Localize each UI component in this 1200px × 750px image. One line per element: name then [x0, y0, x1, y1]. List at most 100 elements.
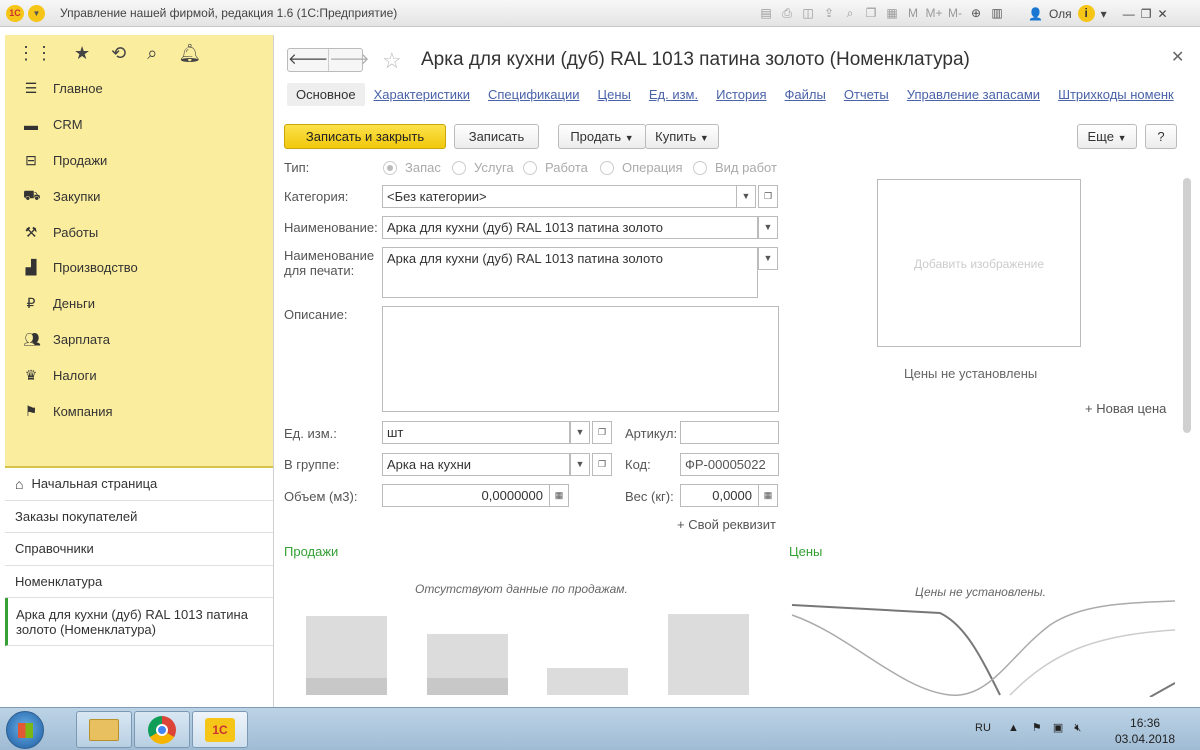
bell-icon[interactable]: 🔔︎	[178, 43, 201, 64]
sidebar-item-sales[interactable]: ⊟ Продажи	[5, 143, 273, 179]
tab-barcodes[interactable]: Штрихкоды номенк	[1049, 83, 1183, 106]
print-name-field[interactable]: Арка для кухни (дуб) RAL 1013 патина зол…	[382, 247, 758, 298]
sidebar-item-crm[interactable]: ▬ CRM	[5, 107, 273, 143]
chevron-down-icon[interactable]: ▼	[758, 247, 778, 270]
back-arrow-icon[interactable]: 🡐	[288, 49, 328, 71]
maximize-icon[interactable]: ❐	[1141, 7, 1152, 21]
save-icon[interactable]: ▤	[757, 4, 775, 22]
chevron-down-icon[interactable]: ▼	[758, 216, 778, 239]
name-field[interactable]: Арка для кухни (дуб) RAL 1013 патина зол…	[382, 216, 758, 239]
tab-history[interactable]: История	[707, 83, 775, 106]
description-field[interactable]	[382, 306, 779, 412]
search-icon[interactable]: ⌕	[147, 43, 157, 64]
group-field[interactable]: Арка на кухни	[382, 453, 570, 476]
1c-logo-icon[interactable]: 1С	[6, 5, 24, 22]
code-field[interactable]: ФР-00005022	[680, 453, 779, 476]
zoom-icon[interactable]: ⊕	[967, 4, 985, 22]
apps-grid-icon[interactable]: ⋮⋮	[17, 43, 53, 64]
tray-expand-icon[interactable]: ▲	[1008, 722, 1019, 734]
sidebar-item-taxes[interactable]: ♛ Налоги	[5, 357, 273, 393]
print-icon[interactable]: ⎙	[778, 4, 796, 22]
info-dropdown-icon[interactable]: ▾	[1101, 7, 1107, 21]
nav-home[interactable]: ⌂ Начальная страница	[5, 468, 273, 501]
nav-customer-orders[interactable]: Заказы покупателей	[5, 501, 273, 533]
prices-header[interactable]: Цены	[789, 544, 822, 559]
open-icon[interactable]: ❐	[758, 185, 778, 208]
tab-reports[interactable]: Отчеты	[835, 83, 898, 106]
calculator-icon[interactable]: ▦	[549, 484, 569, 507]
image-placeholder[interactable]: Добавить изображение	[877, 179, 1081, 347]
sidebar-item-money[interactable]: ₽ Деньги	[5, 286, 273, 322]
sidebar-item-works[interactable]: ⚒ Работы	[5, 214, 273, 250]
language-indicator[interactable]: RU	[975, 722, 991, 734]
clock[interactable]: 16:36 03.04.2018	[1115, 715, 1175, 747]
action-center-flag-icon[interactable]: ⚑	[1032, 722, 1042, 734]
chevron-down-icon[interactable]: ▼	[570, 421, 590, 444]
1c-app[interactable]: 1С	[192, 711, 248, 748]
window-icon[interactable]: ▥	[988, 4, 1006, 22]
volume-field[interactable]: 0,0000000	[382, 484, 550, 507]
tab-files[interactable]: Файлы	[776, 83, 835, 106]
open-icon[interactable]: ❐	[592, 453, 612, 476]
sidebar-item-purchases[interactable]: ⛟ Закупки	[5, 178, 273, 214]
chevron-down-icon[interactable]: ▼	[736, 185, 756, 208]
network-icon[interactable]: ▣	[1053, 722, 1063, 734]
sidebar-item-company[interactable]: ⚑ Компания	[5, 393, 273, 429]
find-icon[interactable]: ⌕	[841, 4, 859, 22]
memory-m-icon[interactable]: M	[904, 4, 922, 22]
scrollbar[interactable]	[1183, 178, 1191, 433]
buy-button[interactable]: Купить ▼	[645, 124, 719, 149]
nav-current-item[interactable]: Арка для кухни (дуб) RAL 1013 патина зол…	[5, 598, 273, 646]
explorer-app[interactable]	[76, 711, 132, 748]
start-button[interactable]	[6, 711, 44, 749]
sales-header[interactable]: Продажи	[284, 544, 338, 559]
tab-prices[interactable]: Цены	[588, 83, 639, 106]
chrome-app[interactable]	[134, 711, 190, 748]
favorites-star-icon[interactable]: ★	[74, 43, 90, 64]
window-close-icon[interactable]: ✕	[1157, 7, 1167, 21]
volume-muted-icon[interactable]: 🔇︎	[1074, 722, 1081, 734]
nav-references[interactable]: Справочники	[5, 533, 273, 566]
upload-icon[interactable]: ⇪	[820, 4, 838, 22]
calendar-icon[interactable]: ▦	[883, 4, 901, 22]
save-close-button[interactable]: Записать и закрыть	[284, 124, 446, 149]
unit-field[interactable]: шт	[382, 421, 570, 444]
memory-plus-icon[interactable]: M+	[925, 4, 943, 22]
tab-inventory[interactable]: Управление запасами	[898, 83, 1049, 106]
type-radio-stock[interactable]: Запас	[383, 160, 441, 175]
article-field[interactable]	[680, 421, 779, 444]
more-button[interactable]: Еще ▼	[1077, 124, 1137, 149]
tab-units[interactable]: Ед. изм.	[640, 83, 707, 106]
user-name[interactable]: Оля	[1049, 7, 1072, 21]
forward-arrow-icon[interactable]: 🡒	[328, 49, 369, 71]
tab-specifications[interactable]: Спецификации	[479, 83, 589, 106]
tab-characteristics[interactable]: Характеристики	[365, 83, 479, 106]
type-radio-service[interactable]: Услуга	[452, 160, 514, 175]
main-menu-icon[interactable]: ▼	[28, 5, 45, 22]
type-radio-worktype[interactable]: Вид работ	[693, 160, 777, 175]
type-radio-operation[interactable]: Операция	[600, 160, 683, 175]
open-icon[interactable]: ❐	[592, 421, 612, 444]
chevron-down-icon[interactable]: ▼	[570, 453, 590, 476]
tab-main[interactable]: Основное	[287, 83, 365, 106]
sidebar-item-production[interactable]: ▟ Производство	[5, 250, 273, 286]
copy-icon[interactable]: ❐	[862, 4, 880, 22]
category-field[interactable]: <Без категории>	[382, 185, 737, 208]
new-price-link[interactable]: + Новая цена	[1085, 401, 1166, 416]
sidebar-item-main[interactable]: ☰ Главное	[5, 71, 273, 107]
weight-field[interactable]: 0,0000	[680, 484, 759, 507]
sell-button[interactable]: Продать ▼	[558, 124, 646, 149]
history-icon[interactable]: ⟲	[111, 43, 126, 64]
sidebar-item-salary[interactable]: 👥︎ Зарплата	[5, 322, 273, 358]
nav-nomenclature[interactable]: Номенклатура	[5, 566, 273, 598]
favorite-star-icon[interactable]: ☆	[382, 48, 402, 74]
minimize-icon[interactable]: —	[1123, 7, 1135, 21]
save-button[interactable]: Записать	[454, 124, 539, 149]
calculator-icon[interactable]: ▦	[758, 484, 778, 507]
type-radio-work[interactable]: Работа	[523, 160, 588, 175]
help-button[interactable]: ?	[1145, 124, 1177, 149]
info-icon[interactable]: i	[1077, 5, 1095, 22]
memory-minus-icon[interactable]: M-	[946, 4, 964, 22]
close-icon[interactable]: ✕	[1171, 47, 1184, 67]
add-attribute-link[interactable]: + Свой реквизит	[677, 517, 776, 532]
